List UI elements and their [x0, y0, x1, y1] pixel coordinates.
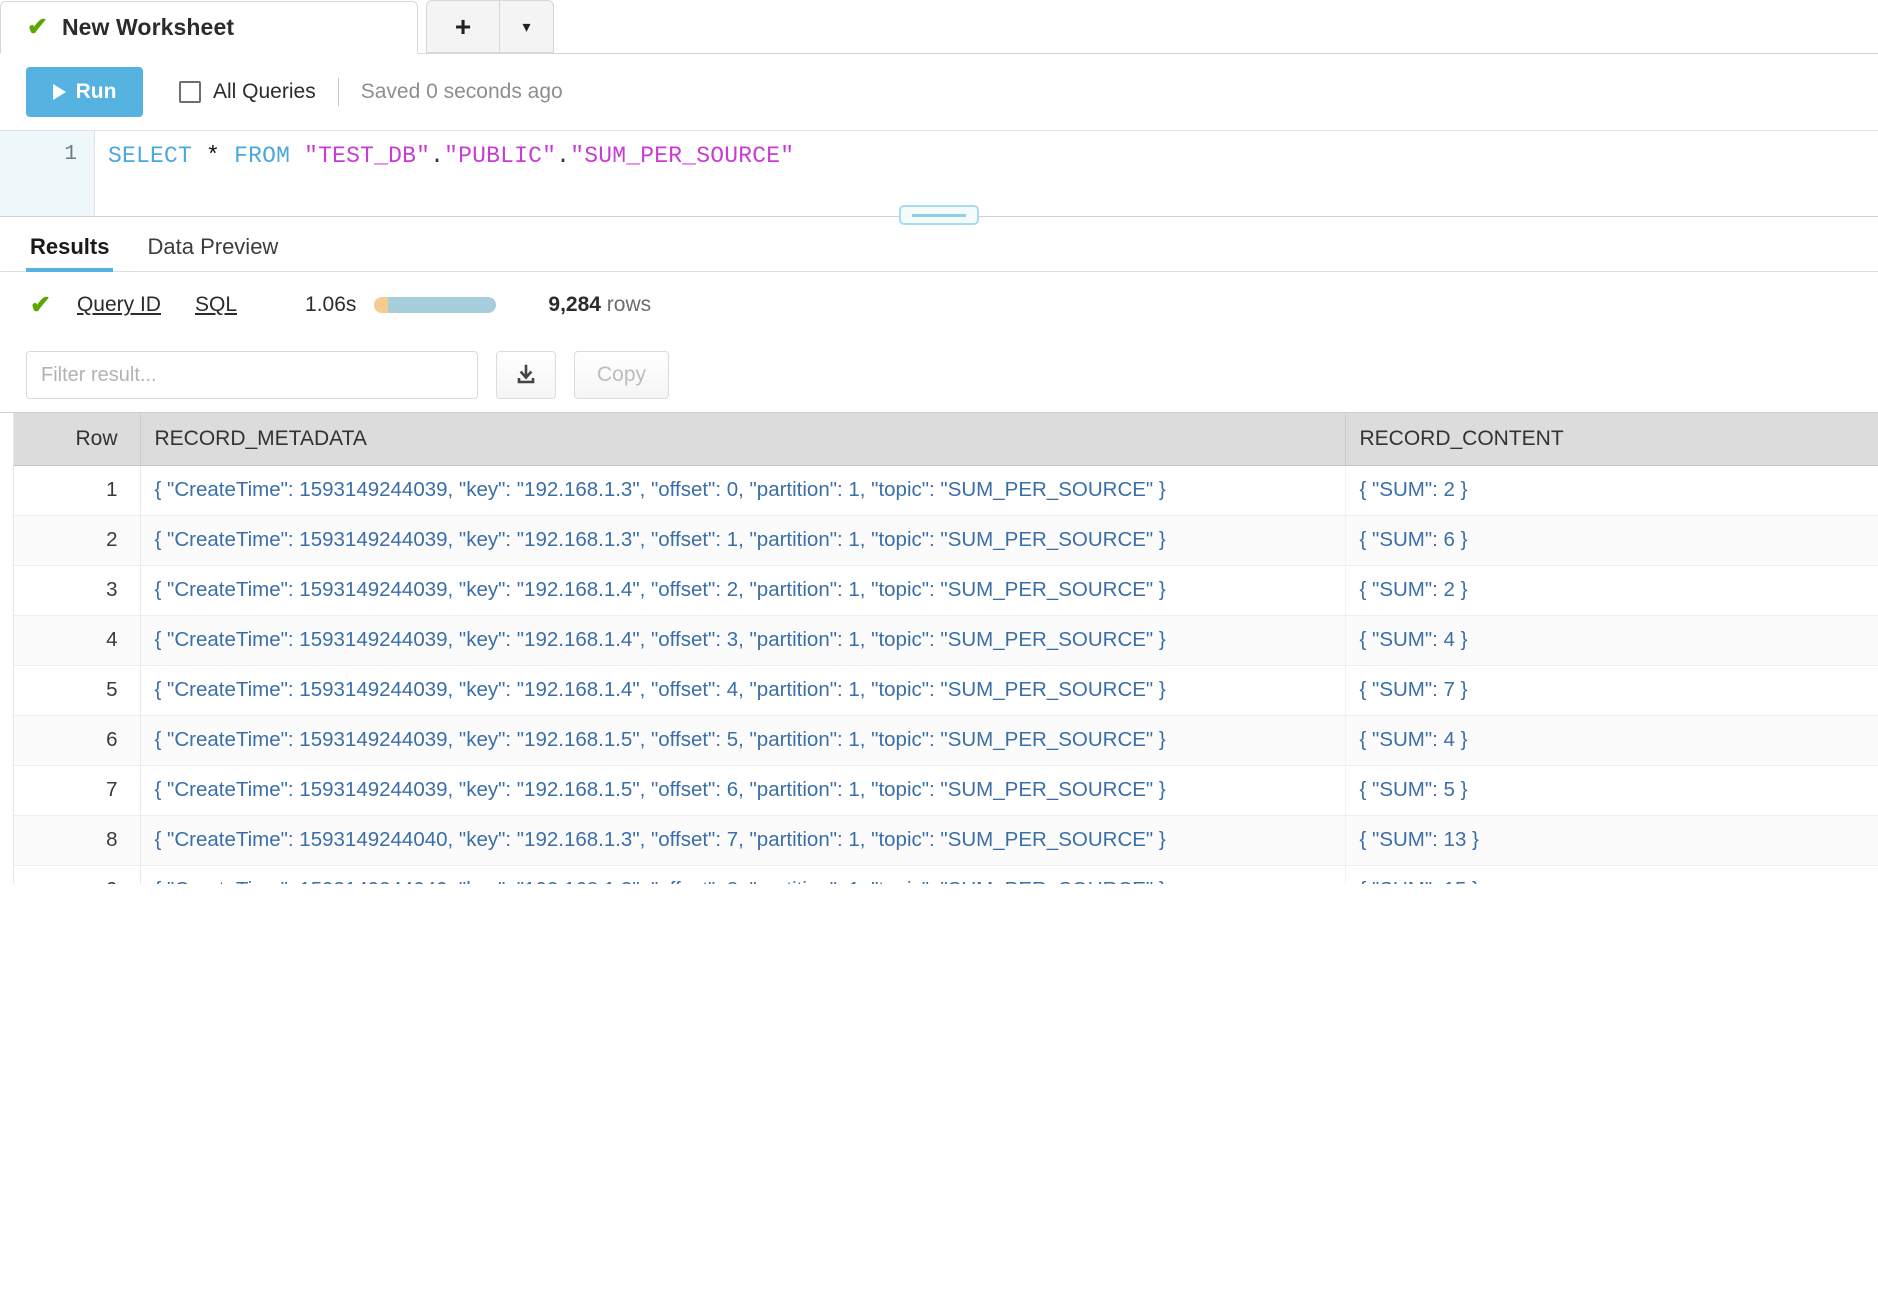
download-icon [517, 364, 535, 384]
sql-dot-1: . [430, 143, 445, 169]
worksheet-tab-label: New Worksheet [61, 14, 235, 40]
row-number-cell: 3 [0, 565, 141, 616]
tab-results-label: Results [30, 234, 110, 259]
tab-results[interactable]: Results [26, 234, 114, 272]
column-header-record-content[interactable]: RECORD_CONTENT [1345, 413, 1878, 466]
line-number: 1 [64, 143, 77, 166]
row-number-cell: 1 [0, 465, 141, 516]
record-content-cell[interactable]: { "SUM": 6 } [1345, 515, 1878, 566]
table-row[interactable]: 1{ "CreateTime": 1593149244039, "key": "… [0, 465, 1878, 516]
record-content-cell[interactable]: { "SUM": 7 } [1345, 665, 1878, 716]
record-metadata-cell[interactable]: { "CreateTime": 1593149244039, "key": "1… [140, 665, 1346, 716]
query-id-link[interactable]: Query ID [77, 293, 161, 317]
sql-keyword-select: SELECT [108, 143, 193, 169]
row-number-cell: 7 [0, 765, 141, 816]
record-metadata-cell[interactable]: { "CreateTime": 1593149244039, "key": "1… [140, 465, 1346, 516]
sql-table-identifier: "SUM_PER_SOURCE" [570, 143, 795, 169]
editor-resize-handle[interactable] [899, 205, 979, 225]
record-metadata-cell[interactable]: { "CreateTime": 1593149244039, "key": "1… [140, 515, 1346, 566]
row-number-cell: 5 [0, 665, 141, 716]
copy-button-label: Copy [597, 363, 647, 386]
sql-keyword-from: FROM [234, 143, 291, 169]
query-progress-bar [374, 297, 497, 313]
row-count-unit: rows [606, 293, 652, 316]
tab-data-preview[interactable]: Data Preview [143, 234, 282, 272]
table-row[interactable]: 5{ "CreateTime": 1593149244039, "key": "… [0, 665, 1878, 716]
toolbar-divider [337, 78, 339, 106]
table-row[interactable]: 3{ "CreateTime": 1593149244039, "key": "… [0, 565, 1878, 616]
tab-actions: + ▾ [426, 0, 554, 53]
sql-code-area[interactable]: SELECT * FROM "TEST_DB"."PUBLIC"."SUM_PE… [95, 131, 1878, 216]
row-number-cell: 4 [0, 615, 141, 666]
all-queries-checkbox[interactable] [179, 81, 201, 103]
play-icon [52, 84, 66, 100]
row-number-cell: 8 [0, 815, 141, 866]
table-row[interactable]: 9{ "CreateTime": 1593149244040, "key": "… [0, 865, 1878, 884]
record-metadata-cell[interactable]: { "CreateTime": 1593149244039, "key": "1… [140, 765, 1346, 816]
record-content-cell[interactable]: { "SUM": 15 } [1345, 865, 1878, 884]
run-button-label: Run [75, 80, 117, 103]
table-row[interactable]: 6{ "CreateTime": 1593149244039, "key": "… [0, 715, 1878, 766]
record-metadata-cell[interactable]: { "CreateTime": 1593149244039, "key": "1… [140, 615, 1346, 666]
progress-segment-compile [374, 297, 389, 313]
record-content-cell[interactable]: { "SUM": 2 } [1345, 465, 1878, 516]
row-number-cell: 6 [0, 715, 141, 766]
row-number-cell: 2 [0, 515, 141, 566]
column-header-record-metadata[interactable]: RECORD_METADATA [140, 413, 1346, 466]
table-row[interactable]: 2{ "CreateTime": 1593149244039, "key": "… [0, 515, 1878, 566]
record-content-cell[interactable]: { "SUM": 13 } [1345, 815, 1878, 866]
worksheet-tab-strip: ✔ New Worksheet + ▾ [0, 0, 1878, 54]
table-row[interactable]: 8{ "CreateTime": 1593149244040, "key": "… [0, 815, 1878, 866]
sql-star: * [206, 143, 221, 169]
plus-icon: + [454, 10, 472, 42]
chevron-down-icon: ▾ [522, 18, 531, 36]
record-content-cell[interactable]: { "SUM": 4 } [1345, 715, 1878, 766]
sql-database-identifier: "TEST_DB" [304, 143, 431, 169]
tab-data-preview-label: Data Preview [147, 234, 279, 259]
record-content-cell[interactable]: { "SUM": 2 } [1345, 565, 1878, 616]
add-worksheet-button[interactable]: + [426, 0, 500, 53]
success-check-icon: ✔ [30, 291, 51, 319]
record-content-cell[interactable]: { "SUM": 5 } [1345, 765, 1878, 816]
record-metadata-cell[interactable]: { "CreateTime": 1593149244039, "key": "1… [140, 565, 1346, 616]
run-button[interactable]: Run [26, 67, 143, 117]
worksheet-menu-button[interactable]: ▾ [500, 0, 554, 53]
run-toolbar: Run All Queries Saved 0 seconds ago [0, 54, 1878, 130]
column-header-row[interactable]: Row [0, 413, 141, 466]
record-metadata-cell[interactable]: { "CreateTime": 1593149244040, "key": "1… [140, 815, 1346, 866]
results-table: Row RECORD_METADATA RECORD_CONTENT 1{ "C… [0, 413, 1878, 884]
copy-button[interactable]: Copy [574, 351, 670, 399]
sql-editor[interactable]: 1 SELECT * FROM "TEST_DB"."PUBLIC"."SUM_… [0, 130, 1878, 225]
row-number-cell: 9 [0, 865, 141, 884]
query-status-bar: ✔ Query ID SQL 1.06s 9,284 rows [0, 272, 1878, 338]
results-table-body: 1{ "CreateTime": 1593149244039, "key": "… [0, 465, 1878, 884]
sql-dot-2: . [556, 143, 571, 169]
table-row[interactable]: 7{ "CreateTime": 1593149244039, "key": "… [0, 765, 1878, 816]
results-table-container[interactable]: Row RECORD_METADATA RECORD_CONTENT 1{ "C… [0, 412, 1878, 884]
all-queries-label: All Queries [213, 80, 316, 103]
filter-result-input[interactable] [26, 351, 478, 399]
query-duration: 1.06s [305, 293, 357, 316]
table-row[interactable]: 4{ "CreateTime": 1593149244039, "key": "… [0, 615, 1878, 666]
record-content-cell[interactable]: { "SUM": 4 } [1345, 615, 1878, 666]
record-metadata-cell[interactable]: { "CreateTime": 1593149244039, "key": "1… [140, 715, 1346, 766]
progress-segment-execute [388, 297, 497, 313]
record-metadata-cell[interactable]: { "CreateTime": 1593149244040, "key": "1… [140, 865, 1346, 884]
row-count: 9,284 rows [548, 293, 651, 317]
table-left-rail [0, 413, 14, 884]
table-header-row: Row RECORD_METADATA RECORD_CONTENT [0, 413, 1878, 466]
line-number-gutter: 1 [0, 131, 95, 216]
sql-link[interactable]: SQL [195, 293, 237, 317]
download-results-button[interactable] [496, 351, 556, 399]
all-queries-control[interactable]: All Queries [179, 80, 316, 104]
saved-status: Saved 0 seconds ago [360, 80, 563, 103]
check-icon: ✔ [27, 13, 48, 41]
results-filter-bar: Copy [0, 338, 1878, 412]
worksheet-app: ✔ New Worksheet + ▾ Run All Queries Save… [0, 0, 1878, 1304]
worksheet-tab[interactable]: ✔ New Worksheet [0, 1, 418, 54]
sql-schema-identifier: "PUBLIC" [444, 143, 557, 169]
row-count-value: 9,284 [548, 293, 601, 316]
resize-grip-icon [912, 213, 966, 217]
